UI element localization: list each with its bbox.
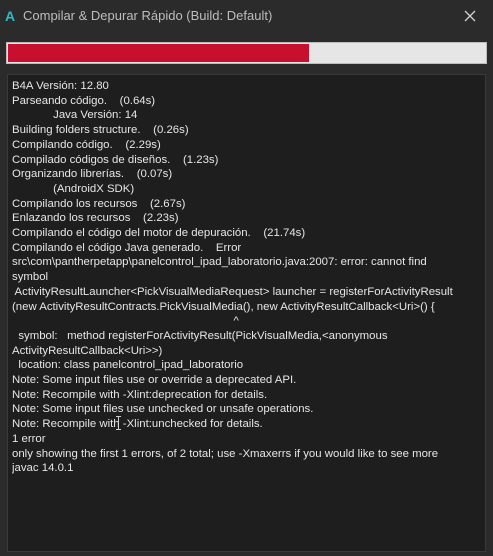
compile-output-log[interactable]: B4A Versión: 12.80 Parseando código. (0.6…: [7, 74, 486, 552]
log-line: Compilando código. (2.29s): [12, 138, 161, 151]
log-line: ActivityResultCallback<Uri>>): [12, 344, 163, 357]
compile-dialog: A Compilar & Depurar Rápido (Build: Defa…: [0, 0, 493, 556]
log-line: javac 14.0.1: [12, 462, 74, 475]
build-progress-bar: [6, 42, 487, 64]
close-button[interactable]: [447, 0, 493, 31]
log-line: symbol: method registerForActivityResult…: [12, 329, 388, 342]
text-cursor-icon: [116, 416, 121, 430]
log-line: ActivityResultLauncher<PickVisualMediaRe…: [12, 285, 453, 298]
build-progress-fill: [8, 44, 309, 62]
log-line: Parseando código. (0.64s): [12, 94, 156, 107]
log-line: src\com\pantherpetapp\panelcontrol_ipad_…: [12, 256, 427, 269]
log-line: 1 error: [12, 432, 46, 445]
log-line: Enlazando los recursos (2.23s): [12, 212, 179, 225]
log-line: B4A Versión: 12.80: [12, 80, 109, 92]
log-line: Note: Recompile with -Xlint:deprecation …: [12, 388, 268, 401]
log-line: Java Versión: 14: [12, 109, 138, 122]
log-line: Compilado códigos de diseños. (1.23s): [12, 153, 219, 166]
log-line: Note: Some input files use unchecked or …: [12, 403, 314, 416]
log-line: symbol: [12, 271, 49, 284]
log-line: Compilando el código Java generado. Erro…: [12, 241, 242, 254]
log-line: Building folders structure. (0.26s): [12, 124, 189, 137]
log-line: Note: Some input files use or override a…: [12, 374, 297, 387]
log-line: Organizando librerías. (0.07s): [12, 168, 173, 181]
log-line: only showing the first 1 errors, of 2 to…: [12, 447, 439, 460]
log-line: location: class panelcontrol_ipad_labora…: [12, 359, 244, 372]
window-title: Compilar & Depurar Rápido (Build: Defaul…: [23, 8, 273, 23]
title-bar[interactable]: A Compilar & Depurar Rápido (Build: Defa…: [0, 0, 493, 31]
log-line: Note: Recompile with -Xlint:unchecked fo…: [12, 418, 263, 431]
close-icon: [464, 10, 476, 21]
log-line: Compilando el código del motor de depura…: [12, 227, 306, 240]
log-line: Compilando los recursos (2.67s): [12, 197, 186, 210]
log-line: ^: [12, 315, 239, 328]
log-line: (AndroidX SDK): [12, 182, 135, 195]
b4a-app-icon: A: [5, 7, 16, 24]
log-line: (new ActivityResultContracts.PickVisualM…: [12, 300, 435, 313]
